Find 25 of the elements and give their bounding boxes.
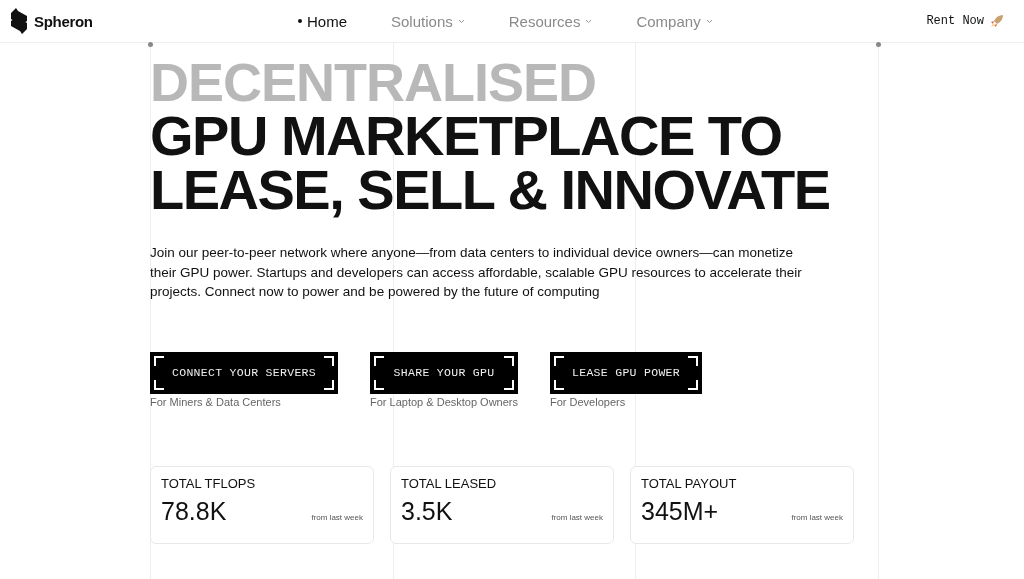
rent-now-button[interactable]: Rent Now bbox=[926, 14, 1004, 28]
brand-name: Spheron bbox=[34, 12, 93, 30]
backdrop-heading: DECENTRALISED bbox=[150, 59, 597, 105]
logo-icon bbox=[8, 8, 30, 34]
action-button[interactable]: LEASE GPU POWER bbox=[550, 351, 703, 394]
action-button[interactable]: CONNECT YOUR SERVERS bbox=[150, 351, 339, 394]
description: Join our peer-to-peer network where anyone—from data centers to individual device owners—can monetize their GPU power. Startups and developers can access affordable, scalable GPU resources to accelerate their projects. Connect now to power and be powered by the future of computing bbox=[150, 244, 803, 301]
stat-note: from last week bbox=[311, 512, 363, 522]
stat-label: TOTAL PAYOUT bbox=[641, 475, 738, 491]
nav-link[interactable]: Solutions bbox=[391, 12, 465, 30]
stat-note: from last week bbox=[791, 512, 843, 522]
stat-note: from last week bbox=[551, 512, 603, 522]
stat-label: TOTAL LEASED bbox=[401, 475, 498, 491]
nav-link[interactable]: Company bbox=[636, 12, 713, 30]
nav-link[interactable]: Home bbox=[298, 12, 347, 30]
button-caption: For Miners & Data Centers bbox=[150, 395, 282, 408]
button-caption: For Laptop & Desktop Owners bbox=[370, 395, 518, 408]
rocket-icon bbox=[990, 14, 1004, 28]
stat-label: TOTAL TFLOPS bbox=[161, 475, 257, 491]
stat-value: 345M+ bbox=[641, 496, 719, 526]
button-caption: For Developers bbox=[550, 395, 627, 408]
stat-value: 78.8K bbox=[161, 496, 227, 526]
headline: GPU MARKETPLACE TO LEASE, SELL & INNOVATE bbox=[150, 109, 830, 217]
action-button[interactable]: SHARE YOUR GPU bbox=[370, 351, 518, 394]
stat-value: 3.5K bbox=[401, 496, 453, 526]
